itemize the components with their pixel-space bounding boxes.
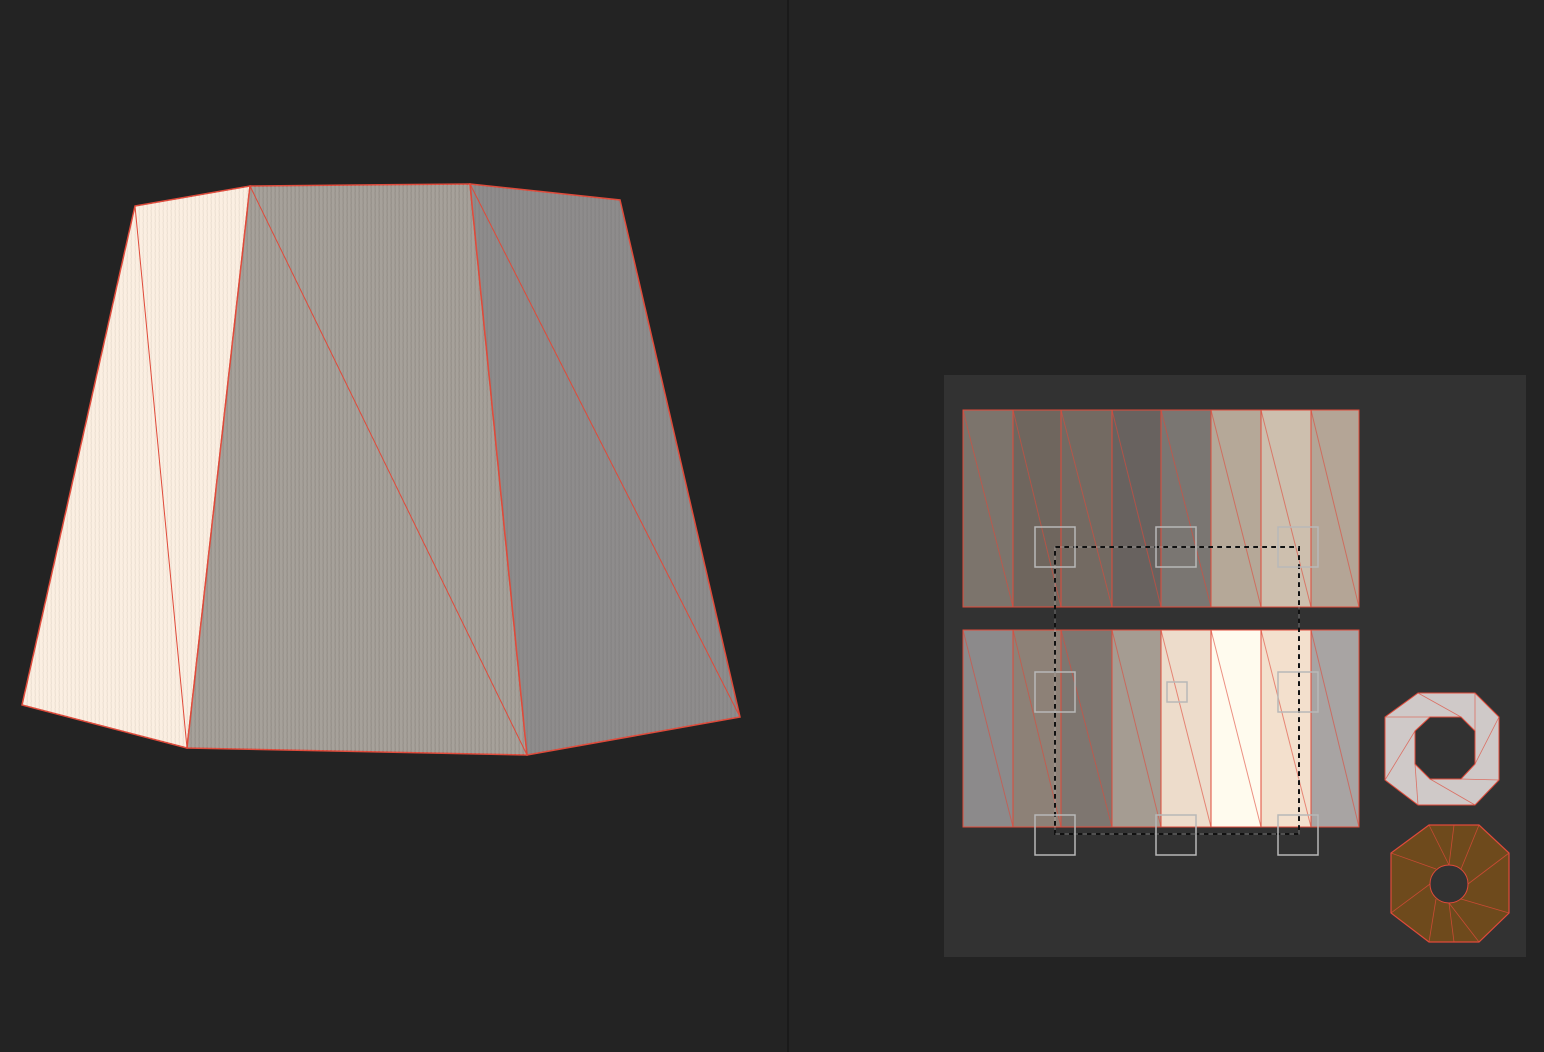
mesh-render[interactable] [0, 0, 787, 1052]
uv-island-top-cap[interactable] [1384, 692, 1500, 806]
3d-viewport[interactable] [0, 0, 787, 1052]
uv-layout[interactable] [789, 0, 1544, 1052]
uv-island-bottom-cap-selected[interactable] [1390, 824, 1510, 943]
uv-editor[interactable] [789, 0, 1544, 1052]
